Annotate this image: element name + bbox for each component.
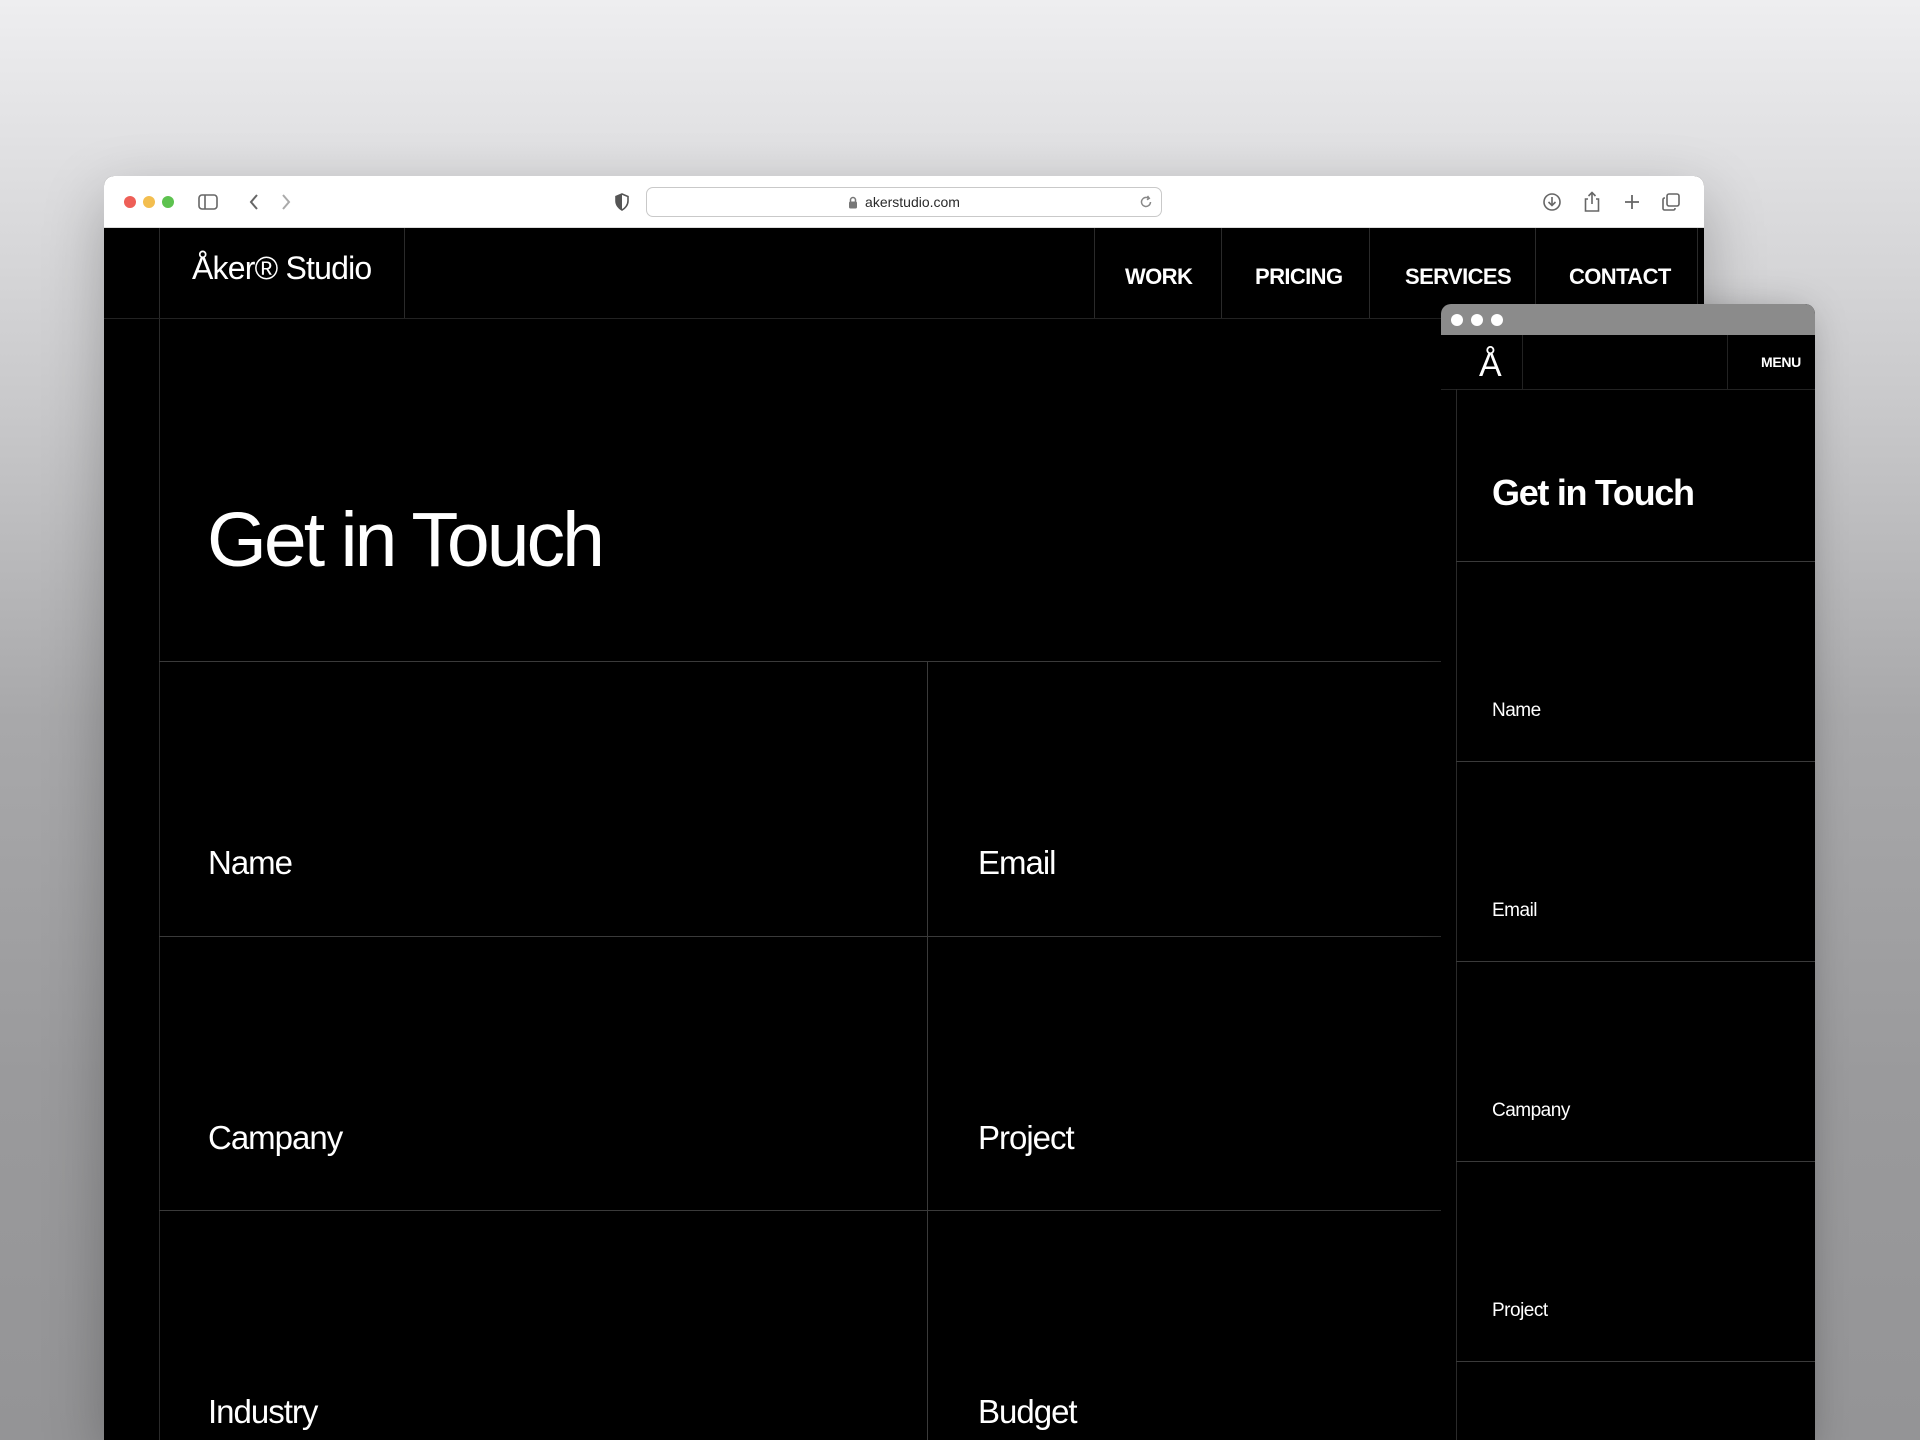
mobile-menu-button[interactable]: MENU xyxy=(1761,354,1801,370)
window-dot[interactable] xyxy=(1491,314,1503,326)
industry-field-label: Industry xyxy=(208,1393,318,1430)
grid-line xyxy=(1456,561,1815,562)
window-dot[interactable] xyxy=(1471,314,1483,326)
mobile-page-title: Get in Touch xyxy=(1492,472,1695,513)
grid-line xyxy=(404,228,405,318)
window-dot[interactable] xyxy=(1451,314,1463,326)
mobile-company-label: Campany xyxy=(1492,1100,1570,1121)
reload-icon[interactable] xyxy=(1139,195,1153,209)
company-field-label: Campany xyxy=(208,1119,343,1156)
grid-line xyxy=(1456,389,1457,1440)
back-icon[interactable] xyxy=(242,190,266,214)
mobile-email-label: Email xyxy=(1492,900,1538,921)
email-field-label: Email xyxy=(978,844,1057,881)
mobile-logo[interactable]: Å xyxy=(1479,346,1502,385)
grid-line xyxy=(1221,228,1222,318)
lock-icon xyxy=(848,196,858,209)
grid-line xyxy=(1727,335,1728,389)
project-field-label: Project xyxy=(978,1119,1075,1156)
forward-icon[interactable] xyxy=(274,190,298,214)
grid-line xyxy=(1094,228,1095,318)
grid-line xyxy=(159,228,160,1440)
name-field-label: Name xyxy=(208,844,293,881)
header-divider xyxy=(1441,389,1815,390)
nav-services[interactable]: SERVICES xyxy=(1405,264,1512,290)
grid-line xyxy=(1456,961,1815,962)
share-icon[interactable] xyxy=(1580,190,1604,214)
grid-line xyxy=(1369,228,1370,318)
site-logo[interactable]: Åker® Studio xyxy=(192,250,372,287)
budget-field-label: Budget xyxy=(978,1393,1078,1430)
mobile-preview-window: Å MENU Get in Touch Name Email Campany P… xyxy=(1441,304,1815,1440)
grid-line xyxy=(1522,335,1523,389)
nav-contact[interactable]: CONTACT xyxy=(1569,264,1671,290)
grid-line xyxy=(1456,1361,1815,1362)
sidebar-icon[interactable] xyxy=(196,190,220,214)
tabs-overview-icon[interactable] xyxy=(1659,190,1683,214)
grid-line xyxy=(927,661,928,1440)
close-window-button[interactable] xyxy=(124,196,136,208)
grid-line xyxy=(1456,761,1815,762)
new-tab-icon[interactable] xyxy=(1620,190,1644,214)
zoom-window-button[interactable] xyxy=(162,196,174,208)
mobile-name-label: Name xyxy=(1492,700,1541,721)
address-bar[interactable]: akerstudio.com xyxy=(646,187,1162,217)
url-text: akerstudio.com xyxy=(865,194,960,210)
nav-pricing[interactable]: PRICING xyxy=(1255,264,1343,290)
browser-toolbar: akerstudio.com xyxy=(104,176,1704,228)
mobile-window-titlebar xyxy=(1441,304,1815,335)
mobile-project-label: Project xyxy=(1492,1300,1548,1321)
shield-icon[interactable] xyxy=(610,190,634,214)
minimize-window-button[interactable] xyxy=(143,196,155,208)
download-icon[interactable] xyxy=(1540,190,1564,214)
nav-work[interactable]: WORK xyxy=(1125,264,1193,290)
page-title: Get in Touch xyxy=(207,497,605,583)
grid-line xyxy=(1456,1161,1815,1162)
